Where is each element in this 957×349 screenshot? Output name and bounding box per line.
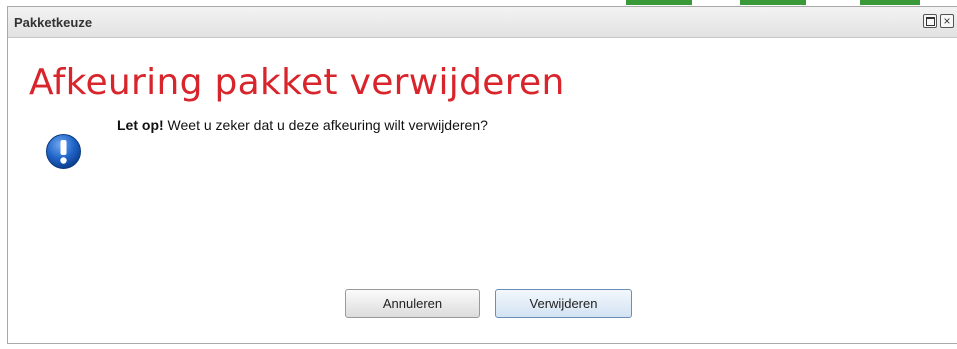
dialog-titlebar[interactable]: Pakketkeuze × <box>8 7 957 38</box>
message-text: Weet u zeker dat u deze afkeuring wilt v… <box>163 117 488 133</box>
confirm-message: Let op! Weet u zeker dat u deze afkeurin… <box>117 117 488 133</box>
cancel-button[interactable]: Annuleren <box>345 289 480 318</box>
dialog-title: Pakketkeuze <box>14 15 93 30</box>
dialog-window: Pakketkeuze × Afkeuring pakket verwijder… <box>7 6 957 344</box>
background-green-tab <box>740 0 806 5</box>
exclamation-icon <box>46 134 81 169</box>
background-green-tab <box>860 0 920 5</box>
close-icon[interactable]: × <box>940 14 954 28</box>
message-warning-label: Let op! <box>117 117 164 133</box>
background-green-tab <box>626 0 692 5</box>
delete-button[interactable]: Verwijderen <box>495 289 632 318</box>
page-title: Afkeuring pakket verwijderen <box>29 62 565 103</box>
maximize-icon[interactable] <box>923 14 937 28</box>
